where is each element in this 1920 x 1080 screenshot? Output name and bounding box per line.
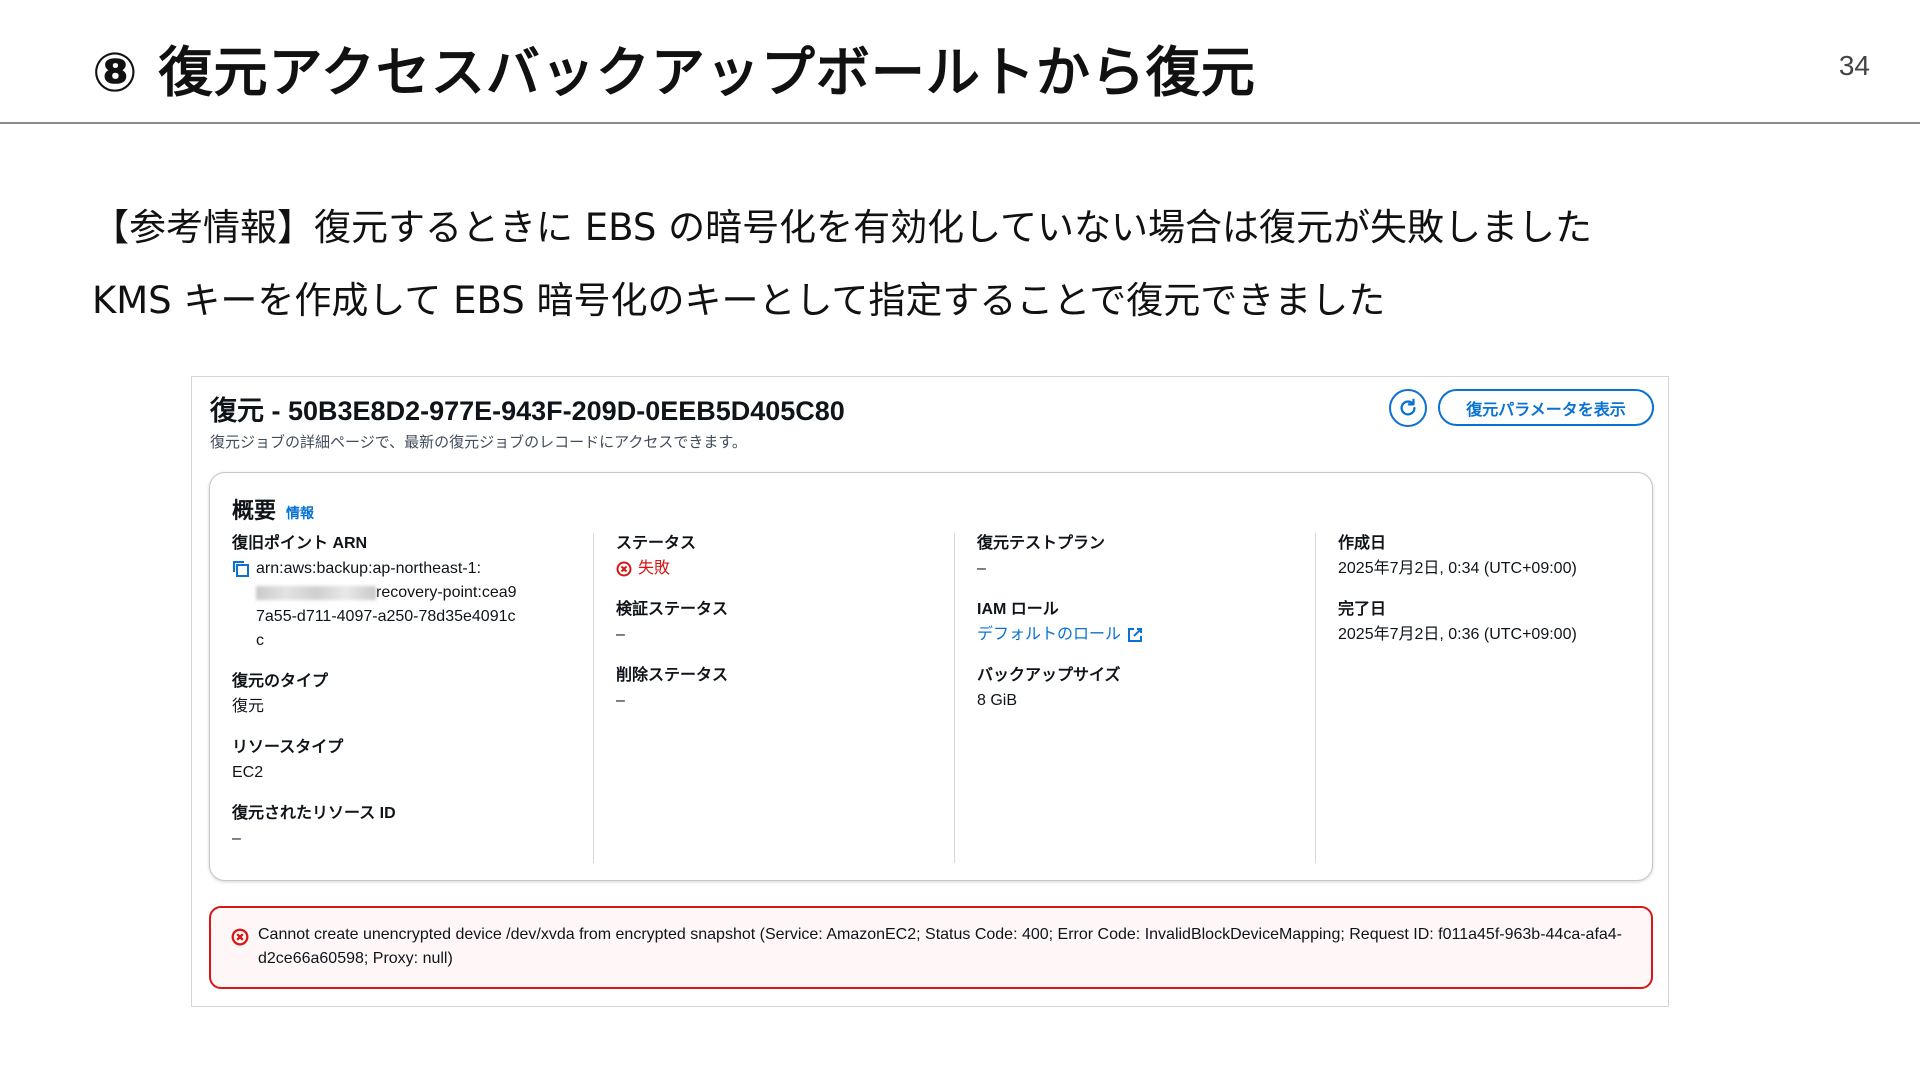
- redacted-account-id: [256, 585, 376, 600]
- field-value: 2025年7月2日, 0:34 (UTC+09:00): [1338, 560, 1577, 577]
- field-value: EC2: [232, 764, 264, 781]
- field-label: 検証ステータス: [616, 601, 729, 618]
- iam-role-link-text: デフォルトのロール: [977, 626, 1122, 643]
- iam-role-link[interactable]: デフォルトのロール: [977, 623, 1143, 647]
- arn-text: arn:aws:backup:ap-northeast-1:recovery-p…: [256, 557, 522, 653]
- restore-test-plan-field: 復元テストプラン –: [977, 533, 1299, 581]
- summary-panel: 概要 情報 復旧ポイント ARN arn:aws:backup:ap-north…: [209, 472, 1653, 881]
- restore-type-field: 復元のタイプ 復元: [232, 671, 577, 719]
- iam-role-field: IAM ロール デフォルトのロール: [977, 599, 1299, 647]
- field-label: 完了日: [1338, 601, 1387, 618]
- page-number: 34: [1838, 50, 1870, 81]
- field-label: 作成日: [1338, 535, 1387, 552]
- recovery-point-arn-value: arn:aws:backup:ap-northeast-1:recovery-p…: [232, 557, 522, 653]
- field-value: –: [616, 692, 625, 709]
- field-value: –: [977, 560, 986, 577]
- error-icon: [231, 928, 249, 946]
- field-label: 削除ステータス: [616, 667, 729, 684]
- summary-column-2: ステータス 失敗 検証ステータス – 削除ステータス –: [593, 533, 938, 863]
- error-icon: [616, 561, 632, 577]
- field-label: IAM ロール: [977, 601, 1059, 618]
- recovery-point-arn-field: 復旧ポイント ARN arn:aws:backup:ap-northeast-1…: [232, 533, 577, 653]
- slide: ⑧ 復元アクセスバックアップボールトから復元 34 【参考情報】復元するときに …: [0, 0, 1920, 1080]
- iam-role-value: デフォルトのロール: [977, 623, 1299, 647]
- status-value: 失敗: [616, 557, 938, 581]
- field-label: ステータス: [616, 535, 697, 552]
- validation-status-field: 検証ステータス –: [616, 599, 938, 647]
- summary-column-4: 作成日 2025年7月2日, 0:34 (UTC+09:00) 完了日 2025…: [1315, 533, 1660, 863]
- field-label: リソースタイプ: [232, 739, 344, 756]
- summary-column-1: 復旧ポイント ARN arn:aws:backup:ap-northeast-1…: [232, 533, 577, 863]
- summary-header: 概要 情報: [232, 493, 314, 525]
- creation-date-field: 作成日 2025年7月2日, 0:34 (UTC+09:00): [1338, 533, 1660, 581]
- summary-column-3: 復元テストプラン – IAM ロール デフォルトのロール バックアップサイズ 8…: [954, 533, 1299, 863]
- restore-job-screenshot: 復元 - 50B3E8D2-977E-943F-209D-0EEB5D405C8…: [191, 376, 1669, 1007]
- external-link-icon: [1128, 628, 1143, 642]
- field-label: 復旧ポイント ARN: [232, 535, 368, 552]
- reference-note-line-2: KMS キーを作成して EBS 暗号化のキーとして指定することで復元できました: [92, 279, 1386, 322]
- summary-title: 概要: [232, 498, 277, 523]
- field-value: 2025年7月2日, 0:36 (UTC+09:00): [1338, 626, 1577, 643]
- title-divider: [0, 122, 1920, 124]
- field-value: 8 GiB: [977, 692, 1018, 709]
- completion-date-field: 完了日 2025年7月2日, 0:36 (UTC+09:00): [1338, 599, 1660, 647]
- resource-type-field: リソースタイプ EC2: [232, 737, 577, 785]
- slide-title: ⑧ 復元アクセスバックアップボールトから復元: [92, 41, 1256, 104]
- refresh-button[interactable]: [1389, 389, 1427, 427]
- backup-size-field: バックアップサイズ 8 GiB: [977, 665, 1299, 713]
- field-label: 復元されたリソース ID: [232, 805, 396, 822]
- error-alert: Cannot create unencrypted device /dev/xv…: [209, 906, 1653, 989]
- field-label: 復元テストプラン: [977, 535, 1106, 552]
- restore-job-title: 復元 - 50B3E8D2-977E-943F-209D-0EEB5D405C8…: [210, 396, 845, 426]
- restore-job-description: 復元ジョブの詳細ページで、最新の復元ジョブのレコードにアクセスできます。: [210, 434, 747, 451]
- info-link[interactable]: 情報: [286, 503, 314, 523]
- field-value: –: [232, 830, 241, 847]
- arn-prefix: arn:aws:backup:ap-northeast-1:: [256, 560, 482, 577]
- refresh-icon: [1400, 398, 1416, 416]
- reference-note-line-1: 【参考情報】復元するときに EBS の暗号化を有効化していない場合は復元が失敗し…: [92, 206, 1593, 249]
- field-value: 復元: [232, 698, 265, 715]
- status-text: 失敗: [638, 560, 671, 577]
- copy-icon[interactable]: [232, 560, 250, 578]
- field-label: バックアップサイズ: [977, 667, 1121, 684]
- field-value: –: [616, 626, 625, 643]
- deletion-status-field: 削除ステータス –: [616, 665, 938, 713]
- error-message: Cannot create unencrypted device /dev/xv…: [258, 926, 1623, 967]
- field-label: 復元のタイプ: [232, 673, 329, 690]
- restored-resource-id-field: 復元されたリソース ID –: [232, 803, 577, 851]
- status-field: ステータス 失敗: [616, 533, 938, 581]
- view-restore-parameters-button[interactable]: 復元パラメータを表示: [1438, 389, 1654, 426]
